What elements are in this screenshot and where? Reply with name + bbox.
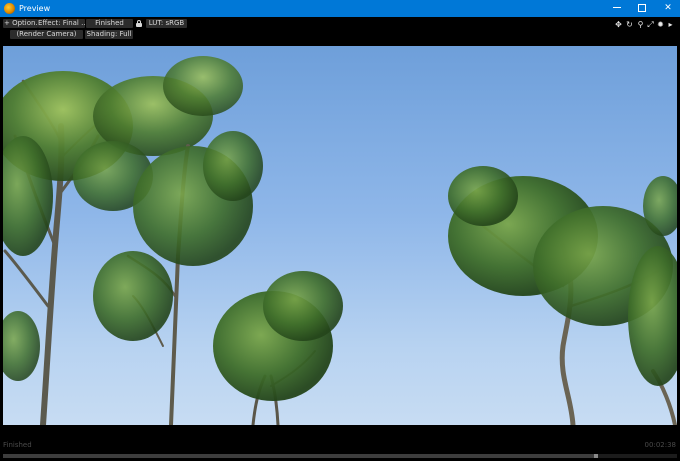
preview-toolbar: + Option... Effect: Final ... Finished L…: [0, 17, 680, 46]
progress-bar[interactable]: [3, 454, 677, 458]
effect-dropdown[interactable]: Effect: Final ...: [38, 19, 85, 28]
progress-fill: [3, 454, 597, 458]
render-status-button[interactable]: Finished: [86, 19, 133, 28]
render-viewport[interactable]: [3, 46, 677, 425]
rotate-icon[interactable]: ↻: [625, 20, 634, 29]
status-bar: Finished 00:02:38: [0, 425, 680, 461]
camera-dropdown[interactable]: (Render Camera): [10, 30, 83, 39]
title-bar: Preview ✕: [0, 0, 680, 17]
window-title: Preview: [19, 4, 51, 13]
app-icon: [4, 3, 15, 14]
foliage-middle: [213, 271, 343, 401]
status-text: Finished: [3, 441, 32, 449]
shading-dropdown[interactable]: Shading: Full: [85, 30, 133, 39]
zoom-icon[interactable]: ⚲: [636, 20, 645, 29]
close-icon: ✕: [664, 3, 672, 13]
gear-icon[interactable]: ✹: [656, 20, 665, 29]
move-icon[interactable]: ✥: [614, 20, 623, 29]
progress-handle[interactable]: [594, 454, 599, 458]
fit-icon[interactable]: ⤢: [646, 20, 655, 29]
lut-dropdown[interactable]: LUT: sRGB: [146, 19, 187, 28]
minimize-icon: [613, 7, 621, 8]
render-image: [3, 56, 677, 425]
close-button[interactable]: ✕: [652, 0, 680, 17]
options-button[interactable]: + Option...: [3, 19, 38, 28]
lock-icon: [136, 20, 142, 27]
render-time: 00:02:38: [644, 441, 676, 449]
lock-button[interactable]: [135, 19, 143, 28]
play-icon[interactable]: ▸: [666, 20, 675, 29]
maximize-icon: [638, 3, 646, 12]
